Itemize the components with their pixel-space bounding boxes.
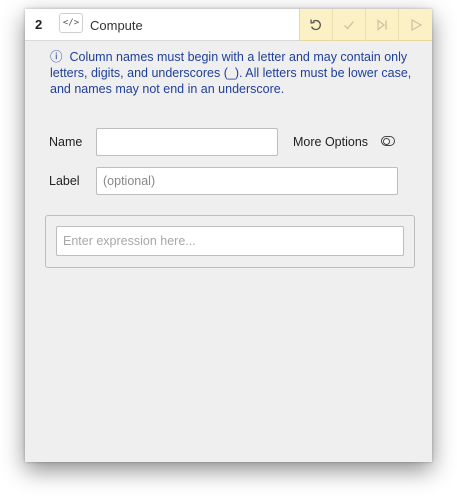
- label-input[interactable]: [96, 167, 398, 195]
- undo-icon: [310, 19, 321, 31]
- naming-rules-info: ⓘ Column names must begin with a letter …: [50, 49, 415, 97]
- step-number: 2: [35, 17, 43, 32]
- apply-button[interactable]: [333, 9, 366, 41]
- more-options-label: More Options: [293, 135, 369, 149]
- compute-step-card: 2 </> Compute ⓘ Column names must begin …: [25, 9, 432, 462]
- check-icon: [344, 21, 354, 30]
- naming-rules-text: Column names must begin with a letter an…: [50, 50, 412, 96]
- label-label: Label: [49, 174, 80, 188]
- info-icon: ⓘ: [50, 50, 63, 64]
- play-icon: [410, 18, 422, 32]
- step-title: Compute: [90, 18, 143, 33]
- step-header: 2 </> Compute: [25, 9, 432, 41]
- undo-button[interactable]: [300, 9, 333, 41]
- code-view-button[interactable]: </>: [59, 13, 83, 33]
- step-action-bar: [299, 9, 432, 41]
- expression-container: [45, 215, 415, 268]
- more-options-toggle[interactable]: [381, 136, 395, 146]
- name-label: Name: [49, 135, 83, 149]
- run-button[interactable]: [399, 9, 432, 41]
- step-forward-icon: [377, 19, 387, 31]
- name-input[interactable]: [96, 128, 278, 156]
- step-forward-button[interactable]: [366, 9, 399, 41]
- expression-input[interactable]: [56, 226, 404, 256]
